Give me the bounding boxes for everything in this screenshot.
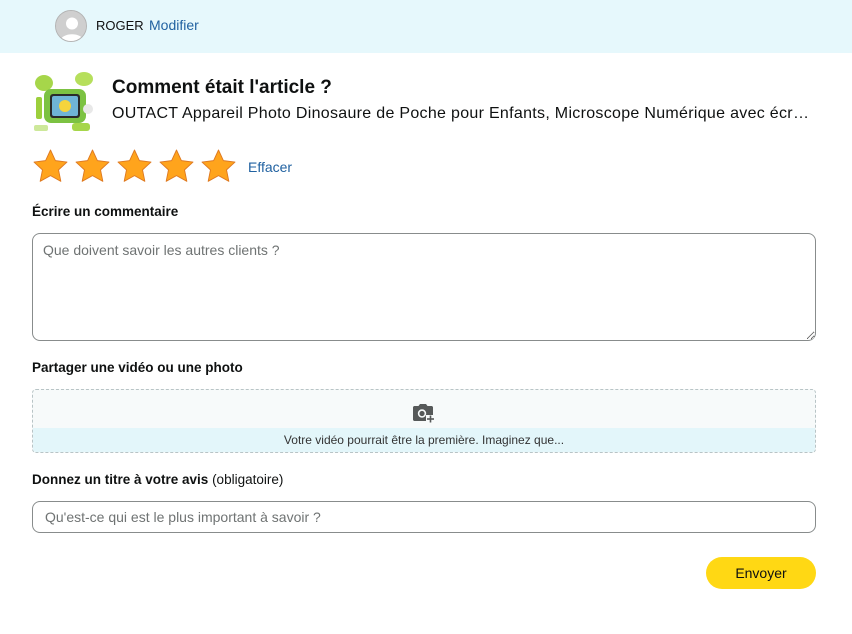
star-4-icon[interactable]: [158, 148, 195, 185]
profile-header: ROGER Modifier: [0, 0, 852, 53]
star-1-icon[interactable]: [32, 148, 69, 185]
star-2-icon[interactable]: [74, 148, 111, 185]
star-rating[interactable]: [32, 148, 237, 185]
star-3-icon[interactable]: [116, 148, 153, 185]
clear-rating-link[interactable]: Effacer: [248, 159, 292, 175]
product-thumbnail: [32, 69, 96, 133]
review-title-input[interactable]: [32, 501, 816, 533]
submit-button[interactable]: Envoyer: [706, 557, 816, 589]
star-5-icon[interactable]: [200, 148, 237, 185]
user-avatar-icon: [56, 11, 86, 41]
modify-profile-link[interactable]: Modifier: [149, 17, 199, 33]
avatar: [55, 10, 87, 42]
review-heading: Comment était l'article ?: [112, 77, 332, 98]
media-upload-zone[interactable]: Votre vidéo pourrait être la première. I…: [32, 389, 816, 453]
comment-label: Écrire un commentaire: [32, 204, 179, 219]
media-upload-hint: Votre vidéo pourrait être la première. I…: [33, 428, 815, 452]
camera-plus-icon: [411, 403, 435, 423]
comment-textarea[interactable]: [32, 233, 816, 341]
title-label-text: Donnez un titre à votre avis: [32, 472, 209, 487]
product-name: OUTACT Appareil Photo Dinosaure de Poche…: [112, 105, 817, 122]
media-label: Partager une vidéo ou une photo: [32, 360, 243, 375]
title-label: Donnez un titre à votre avis (obligatoir…: [32, 472, 283, 487]
title-required-note: (obligatoire): [212, 472, 284, 487]
username: ROGER: [96, 18, 144, 33]
product-image-icon: [32, 69, 96, 133]
